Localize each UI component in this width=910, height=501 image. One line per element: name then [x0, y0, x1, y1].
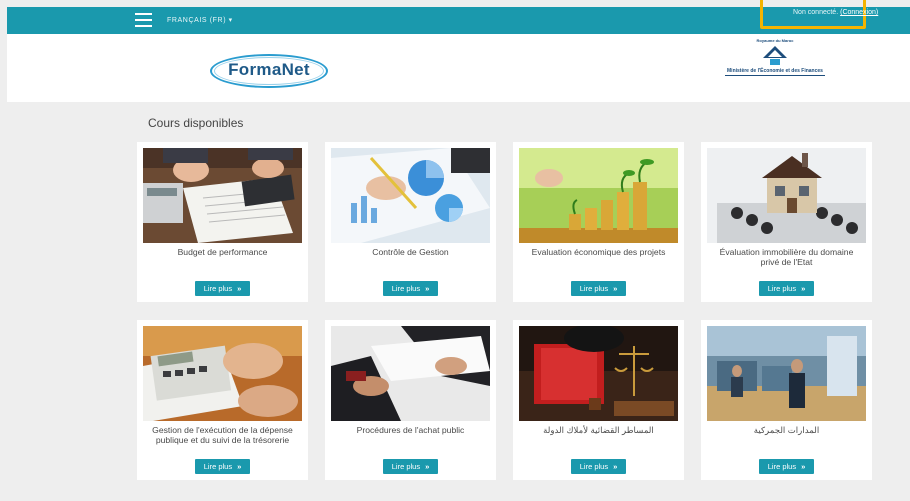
course-card[interactable]: المساطر القضائية لأملاك الدولة Lire plus…	[513, 320, 684, 480]
course-card[interactable]: Procédures de l'achat public Lire plus»	[325, 320, 496, 480]
course-title[interactable]: Évaluation immobilière du domaine privé …	[711, 247, 862, 267]
double-chevron-icon: »	[237, 284, 242, 293]
formanet-logo[interactable]: FormaNet	[210, 54, 328, 88]
customs-hall-photo[interactable]	[707, 326, 866, 421]
course-card[interactable]: Budget de performance Lire plus»	[137, 142, 308, 302]
hamburger-icon[interactable]	[135, 13, 152, 27]
course-title[interactable]: Budget de performance	[147, 247, 298, 257]
ministry-logo: Royaume du Maroc Ministère de l'Économie…	[719, 38, 831, 86]
read-more-button[interactable]: Lire plus»	[383, 459, 438, 474]
read-more-button[interactable]: Lire plus»	[571, 459, 626, 474]
logo-text: FormaNet	[228, 60, 310, 79]
read-more-button[interactable]: Lire plus»	[759, 281, 814, 296]
course-card[interactable]: Evaluation économique des projets Lire p…	[513, 142, 684, 302]
read-more-button[interactable]: Lire plus»	[383, 281, 438, 296]
calculator-documents-photo[interactable]	[143, 148, 302, 243]
double-chevron-icon: »	[613, 462, 618, 471]
course-card[interactable]: المدارات الجمركية Lire plus»	[701, 320, 872, 480]
course-card[interactable]: Évaluation immobilière du domaine privé …	[701, 142, 872, 302]
read-more-button[interactable]: Lire plus»	[571, 281, 626, 296]
double-chevron-icon: »	[613, 284, 618, 293]
course-card[interactable]: Gestion de l'exécution de la dépense pub…	[137, 320, 308, 480]
double-chevron-icon: »	[425, 284, 430, 293]
coins-plants-photo[interactable]	[519, 148, 678, 243]
login-link[interactable]: (Connexion)	[840, 9, 878, 16]
read-more-button[interactable]: Lire plus»	[195, 281, 250, 296]
judge-gavel-photo[interactable]	[519, 326, 678, 421]
course-title[interactable]: Contrôle de Gestion	[335, 247, 486, 257]
ministry-emblem-icon	[763, 46, 787, 65]
double-chevron-icon: »	[801, 462, 806, 471]
course-title[interactable]: المدارات الجمركية	[711, 425, 862, 435]
double-chevron-icon: »	[237, 462, 242, 471]
course-title[interactable]: Procédures de l'achat public	[335, 425, 486, 435]
course-title[interactable]: Gestion de l'exécution de la dépense pub…	[147, 425, 298, 445]
read-more-button[interactable]: Lire plus»	[195, 459, 250, 474]
ministry-tag: Royaume du Maroc	[756, 38, 794, 43]
read-more-button[interactable]: Lire plus»	[759, 459, 814, 474]
ministry-name: Ministère de l'Économie et des Finances	[727, 68, 823, 74]
course-title[interactable]: Evaluation économique des projets	[523, 247, 674, 257]
site-header: FormaNet Royaume du Maroc Ministère de l…	[7, 34, 910, 102]
charts-pen-photo[interactable]	[331, 148, 490, 243]
login-status-text: Non connecté.	[793, 9, 839, 16]
login-status: Non connecté. (Connexion)	[793, 9, 878, 16]
double-chevron-icon: »	[425, 462, 430, 471]
course-title[interactable]: المساطر القضائية لأملاك الدولة	[523, 425, 674, 435]
course-card[interactable]: Contrôle de Gestion Lire plus»	[325, 142, 496, 302]
calculator-hands-photo[interactable]	[143, 326, 302, 421]
house-calculator-photo[interactable]	[707, 148, 866, 243]
double-chevron-icon: »	[801, 284, 806, 293]
handshake-documents-photo[interactable]	[331, 326, 490, 421]
language-selector[interactable]: FRANÇAIS (FR) ▾	[167, 16, 233, 24]
section-title: Cours disponibles	[148, 116, 244, 130]
